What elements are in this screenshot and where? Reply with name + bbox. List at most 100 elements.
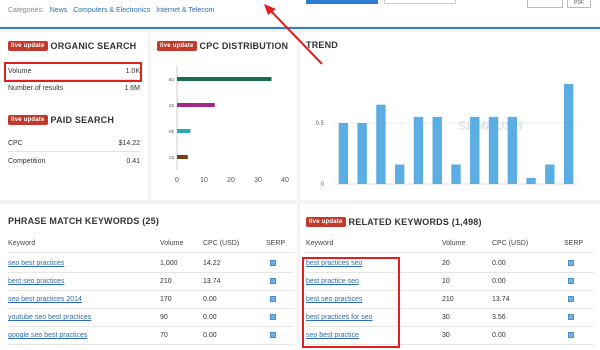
col-volume: Volume [442,240,466,247]
related-keywords-title: live update RELATED KEYWORDS (1,498) [306,216,482,227]
col-cpc: CPC (USD) [203,240,240,247]
y-tick-label: 0.5 [316,121,325,127]
cpc-bar-label: us [169,103,175,109]
phrase-match-panel: PHRASE MATCH KEYWORDS (25) Keyword Volum… [0,204,297,350]
serp-icon[interactable] [270,260,276,266]
volume-cell: 70 [160,332,168,339]
phrase-match-title: PHRASE MATCH KEYWORDS (25) [8,216,160,226]
tab-active[interactable] [306,0,378,4]
cpc-bar-us [177,103,215,107]
category-link-internet[interactable]: Internet & Telecom [156,7,214,14]
volume-cell: 210 [160,278,172,285]
cpc-cell: 0.00 [203,314,217,321]
live-update-badge: live update [8,114,48,125]
organic-paid-panel: live update ORGANIC SEARCH Volume 1.0K Nu… [0,32,148,200]
cpc-cell: 13.74 [203,278,221,285]
top-bar: Categories: News Computers & Electronics… [0,0,600,26]
cpc-cell: 3.56 [492,314,506,321]
divider [8,272,293,273]
trend-chart: 0.50SEMRUSH [316,83,578,188]
divider [8,308,293,309]
serp-icon[interactable] [568,260,574,266]
tab-inactive[interactable] [384,0,456,4]
divider [8,290,293,291]
divider [8,252,293,253]
divider [8,326,293,327]
category-link-computers[interactable]: Computers & Electronics [73,7,150,14]
keyword-link[interactable]: seo best practices 2014 [8,296,82,303]
category-link-news[interactable]: News [50,7,68,14]
trend-bar [376,104,386,184]
serp-icon[interactable] [270,332,276,338]
divider [306,252,594,253]
cpc-bar-uk [177,129,191,133]
trend-bar [507,116,517,184]
annotation-highlight-related [302,257,400,348]
phrase-match-table: Keyword Volume CPC (USD) SERP seo best p… [8,240,293,350]
keyword-link[interactable]: google seo best practices [8,332,87,339]
cpc-bar-au [177,77,272,81]
trend-bar [395,164,405,184]
export-button[interactable] [527,0,563,8]
results-row: Number of results 1.6M [8,85,140,92]
volume-cell: 170 [160,296,172,303]
header-divider [0,27,600,29]
divider [8,151,140,152]
keyword-link[interactable]: best seo practices [8,278,64,285]
trend-bar [563,83,574,184]
x-tick-label: 40 [281,177,289,184]
serp-icon[interactable] [270,278,276,284]
live-update-badge: live update [8,40,48,51]
volume-cell: 30 [442,332,450,339]
categories: Categories: News Computers & Electronics… [8,7,214,14]
volume-cell: 20 [442,260,450,267]
cpc-value: $14.22 [118,140,140,147]
keyword-link[interactable]: seo best practices [8,260,64,267]
serp-icon[interactable] [270,296,276,302]
serp-icon[interactable] [568,332,574,338]
cpc-bar-label: uk [169,129,175,135]
cpc-row: CPC $14.22 [8,140,140,147]
trend-bar [488,116,499,184]
col-keyword: Keyword [8,240,36,247]
cpc-label: CPC [8,140,23,147]
serp-icon[interactable] [568,314,574,320]
cpc-cell: 0.00 [492,278,506,285]
cpc-bar-ca [177,155,188,159]
trend-bar [470,116,480,184]
x-tick-label: 30 [254,177,262,184]
trend-panel: TREND 0.50SEMRUSH [300,32,600,200]
cpc-cell: 0.00 [492,260,506,267]
x-tick-label: 0 [175,177,179,184]
serp-icon[interactable] [270,314,276,320]
col-cpc: CPC (USD) [492,240,529,247]
pdf-button[interactable]: PDF [567,0,591,8]
trend-bar [357,123,367,184]
col-volume: Volume [160,240,184,247]
cpc-bar-label: ca [169,155,175,161]
volume-cell: 210 [442,296,454,303]
volume-cell: 10 [442,278,450,285]
volume-cell: 30 [442,314,450,321]
organic-search-title: live update ORGANIC SEARCH [8,40,136,51]
trend-bar [526,177,536,184]
col-keyword: Keyword [306,240,334,247]
competition-label: Competition [8,158,46,165]
cpc-cell: 0.00 [203,332,217,339]
competition-value: 0.41 [126,158,140,165]
cpc-cell: 14.22 [203,260,221,267]
competition-row: Competition 0.41 [8,158,140,165]
x-tick-label: 10 [200,177,208,184]
cpc-distribution-panel: live update CPC DISTRIBUTION au us uk ca 0 10 2… [151,32,297,200]
col-serp: SERP [564,240,584,247]
serp-icon[interactable] [568,296,574,302]
volume-cell: 1,000 [160,260,178,267]
keyword-link[interactable]: youtube seo best practices [8,314,91,321]
divider [8,344,293,345]
trend-bar [413,116,424,184]
cpc-cell: 0.00 [203,296,217,303]
trend-bar [432,116,442,184]
serp-icon[interactable] [568,278,574,284]
categories-label: Categories: [8,7,44,14]
results-label: Number of results [8,85,64,92]
